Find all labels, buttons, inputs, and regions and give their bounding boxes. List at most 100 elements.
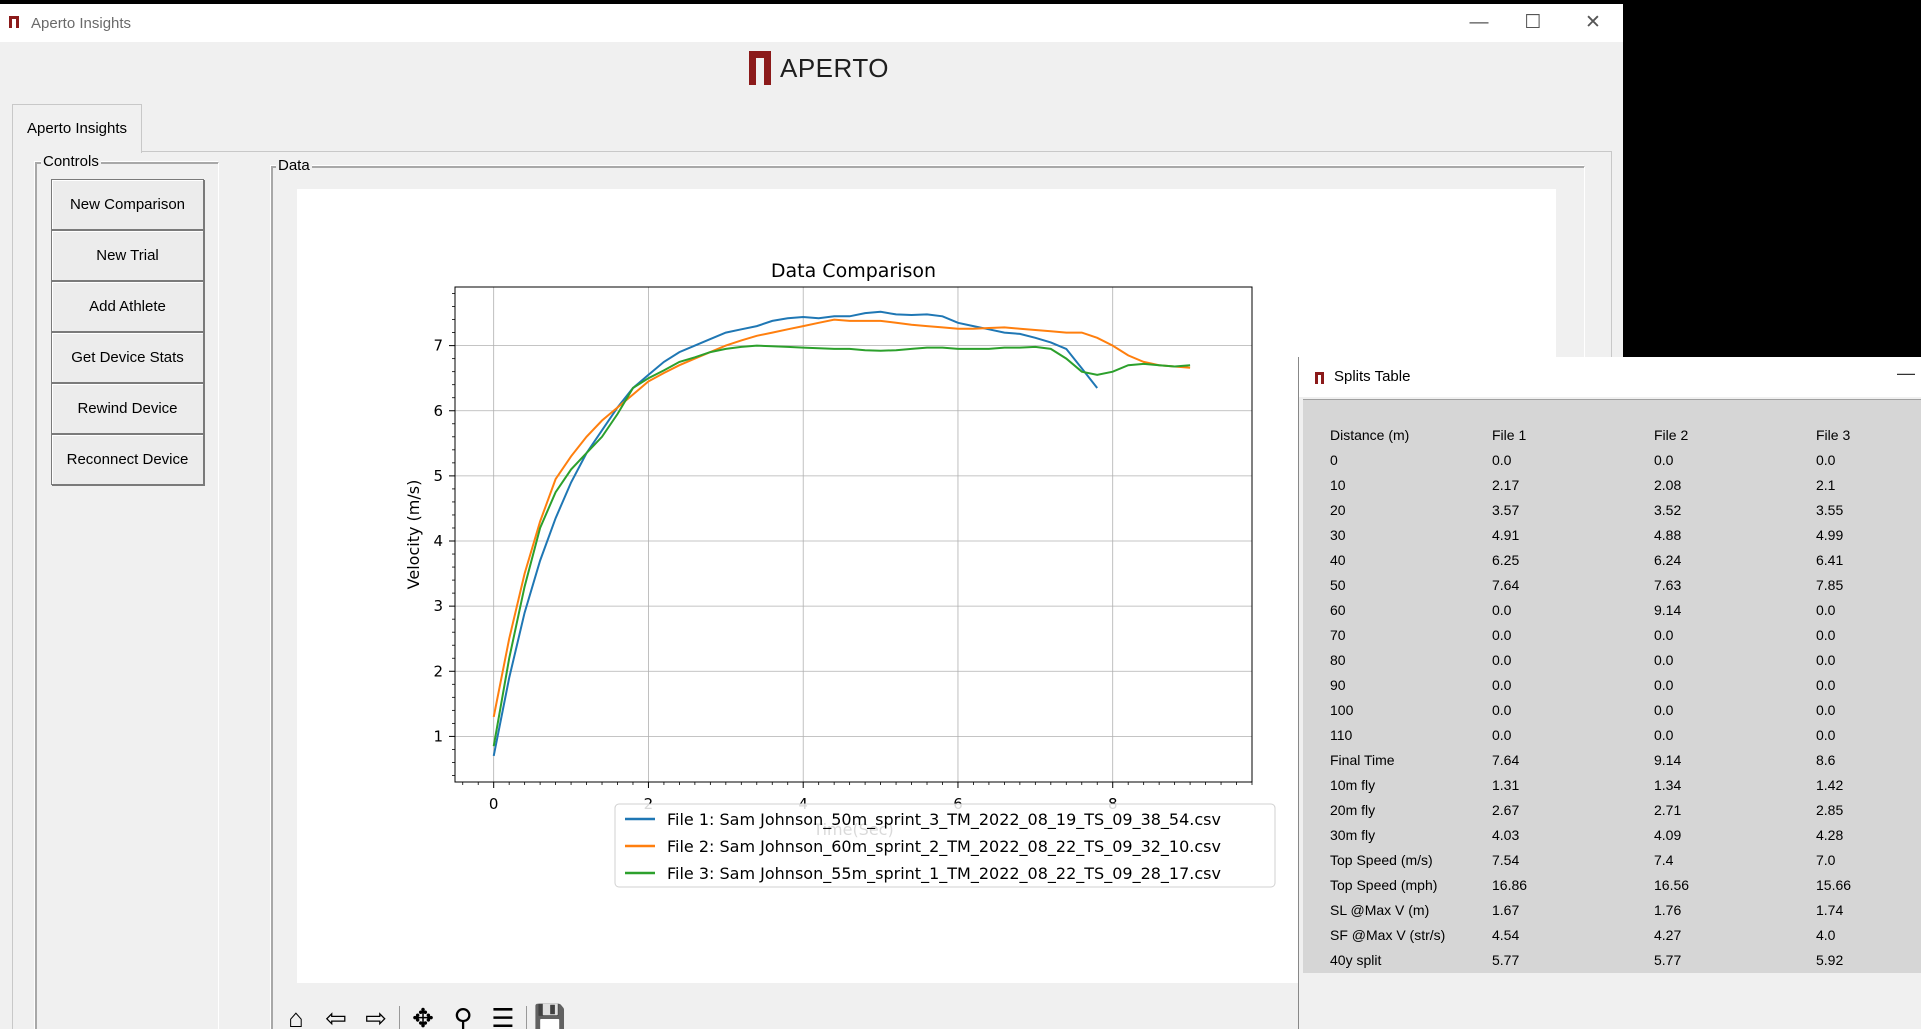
table-cell: 4.54 [1492,926,1520,943]
table-cell: 3.57 [1492,501,1520,518]
maximize-button[interactable]: ☐ [1510,8,1556,38]
table-cell: 0.0 [1492,451,1512,468]
table-cell: 7.4 [1654,851,1674,868]
table-row: 90 0.0 0.0 0.0 [1330,672,1906,697]
chart-title: Data Comparison [771,260,936,282]
y-tick-label: 3 [433,597,443,615]
pan-icon[interactable]: ✥ [406,1003,440,1029]
forward-icon[interactable]: ⇨ [359,1003,393,1029]
table-cell: 6.25 [1492,551,1520,568]
table-cell: 0.0 [1816,601,1836,618]
y-tick-label: 4 [433,532,443,550]
table-cell: 0.0 [1816,626,1836,643]
close-button[interactable]: ✕ [1570,8,1616,38]
new-trial-button[interactable]: New Trial [51,230,204,281]
back-icon[interactable]: ⇦ [319,1003,353,1029]
legend-label-2: File 2: Sam Johnson_60m_sprint_2_TM_2022… [667,837,1221,857]
table-cell: 1.74 [1816,901,1844,918]
y-tick-label: 6 [433,402,443,420]
table-cell: 6.41 [1816,551,1844,568]
table-row: 80 0.0 0.0 0.0 [1330,647,1906,672]
table-row: Final Time 7.64 9.14 8.6 [1330,747,1906,772]
table-cell: 7.0 [1816,851,1836,868]
table-row: 70 0.0 0.0 0.0 [1330,622,1906,647]
reconnect-device-button[interactable]: Reconnect Device [51,434,204,485]
table-row: Top Speed (m/s) 7.54 7.4 7.0 [1330,847,1906,872]
splits-title-bar[interactable]: Splits Table — [1299,357,1921,397]
table-cell: 7.64 [1492,751,1520,768]
table-row: 40 6.25 6.24 6.41 [1330,547,1906,572]
splits-table-window: Splits Table — Distance (m) File 1 File 2 F… [1298,357,1921,1029]
minimize-button[interactable]: — [1897,363,1915,384]
table-cell: 0.0 [1492,601,1512,618]
legend-label-1: File 1: Sam Johnson_50m_sprint_3_TM_2022… [667,810,1221,830]
table-cell: Final Time [1330,751,1395,768]
app-icon [1315,372,1324,384]
table-cell: 5.77 [1492,951,1520,968]
window-title: Aperto Insights [31,15,132,32]
title-bar[interactable]: Aperto Insights — ☐ ✕ [0,4,1623,42]
table-cell: 1.42 [1816,776,1844,793]
table-row: 10m fly 1.31 1.34 1.42 [1330,772,1906,797]
table-cell: 90 [1330,676,1346,693]
table-cell: 0.0 [1654,451,1674,468]
table-cell: 10 [1330,476,1346,493]
plot-toolbar: ⌂ ⇦ ⇨ ✥ ⚲ ☰ 💾 [279,1003,567,1029]
table-cell: SF @Max V (str/s) [1330,926,1446,943]
table-cell: 4.88 [1654,526,1682,543]
table-cell: 40 [1330,551,1346,568]
table-row: Top Speed (mph) 16.86 16.56 15.66 [1330,872,1906,897]
table-row: 60 0.0 9.14 0.0 [1330,597,1906,622]
table-row: 20m fly 2.67 2.71 2.85 [1330,797,1906,822]
get-device-stats-button[interactable]: Get Device Stats [51,332,204,383]
y-tick-label: 1 [433,727,443,745]
tab-aperto-insights[interactable]: Aperto Insights [12,104,142,153]
zoom-icon[interactable]: ⚲ [446,1003,480,1029]
table-cell: 0.0 [1816,451,1836,468]
table-cell: 7.85 [1816,576,1844,593]
new-comparison-button[interactable]: New Comparison [51,179,204,230]
table-row: SF @Max V (str/s) 4.54 4.27 4.0 [1330,922,1906,947]
table-row: 20 3.57 3.52 3.55 [1330,497,1906,522]
table-cell: 2.08 [1654,476,1682,493]
app-icon [9,16,19,28]
plot-frame [454,286,1253,783]
y-tick-label: 7 [433,337,443,355]
legend-label-3: File 3: Sam Johnson_55m_sprint_1_TM_2022… [667,864,1221,884]
table-cell: 15.66 [1816,876,1852,893]
table-cell: 4.09 [1654,826,1682,843]
minimize-button[interactable]: — [1456,8,1502,38]
controls-label: Controls [41,153,101,170]
add-athlete-button[interactable]: Add Athlete [51,281,204,332]
table-row: 40y split 5.77 5.77 5.92 [1330,947,1906,972]
table-cell: 9.14 [1654,751,1682,768]
logo-text: APERTO [780,52,889,83]
table-cell: 4.91 [1492,526,1520,543]
table-cell: 2.71 [1654,801,1682,818]
table-cell: 10m fly [1330,776,1376,793]
table-row: 110 0.0 0.0 0.0 [1330,722,1906,747]
table-cell: 4.03 [1492,826,1520,843]
table-cell: 100 [1330,701,1354,718]
toolbar-separator [399,1005,400,1029]
table-cell: 4.99 [1816,526,1844,543]
table-cell: Top Speed (mph) [1330,876,1438,893]
save-icon[interactable]: 💾 [533,1003,567,1029]
table-cell: 0.0 [1654,676,1674,693]
home-icon[interactable]: ⌂ [279,1003,313,1029]
table-cell: 5.77 [1654,951,1682,968]
series-line-2 [492,318,1191,718]
toolbar-separator [526,1005,527,1029]
table-row: 0 0.0 0.0 0.0 [1330,447,1906,472]
table-row: 50 7.64 7.63 7.85 [1330,572,1906,597]
table-cell: 20 [1330,501,1346,518]
table-cell: 0.0 [1654,626,1674,643]
rewind-device-button[interactable]: Rewind Device [51,383,204,434]
table-cell: 0.0 [1492,726,1512,743]
table-cell: 9.14 [1654,601,1682,618]
y-tick-label: 2 [433,662,443,680]
table-cell: 0.0 [1492,651,1512,668]
table-cell: 50 [1330,576,1346,593]
configure-icon[interactable]: ☰ [486,1003,520,1029]
table-cell: 0.0 [1654,651,1674,668]
